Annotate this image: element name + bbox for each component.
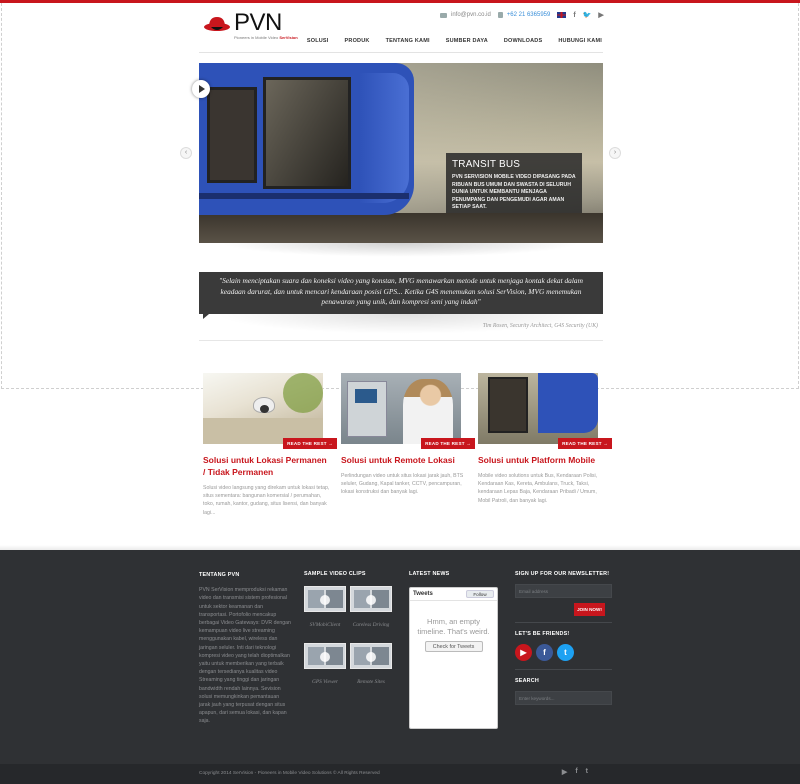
atm-image[interactable] — [341, 373, 461, 444]
solution-title[interactable]: Solusi untuk Platform Mobile — [478, 454, 605, 466]
slide-description: PVN SERVISION MOBILE VIDEO DIPASANG PADA… — [452, 174, 576, 210]
nav-sumber-daya[interactable]: SUMBER DAYA — [438, 38, 496, 44]
tweets-empty-message: Hmm, an empty timeline. That's weird. — [417, 617, 490, 636]
contact-phone[interactable]: +62 21 6365959 — [507, 12, 551, 18]
footer: TENTANG PVN PVN SerVision memproduksi re… — [0, 550, 800, 764]
video-clip-thumb[interactable] — [350, 643, 392, 669]
youtube-icon[interactable]: ▶ — [598, 11, 603, 19]
twitter-icon[interactable]: t — [586, 768, 588, 776]
read-more-button[interactable]: READ THE REST → — [421, 438, 475, 449]
section-divider — [199, 340, 603, 341]
testimonial-author: Tim Rosen, Security Architect, G4S Secur… — [482, 323, 598, 329]
testimonial-quote: "Selain menciptakan suara dan koneksi vi… — [199, 272, 603, 314]
facebook-icon[interactable]: f — [573, 12, 575, 19]
nav-produk[interactable]: PRODUK — [337, 38, 378, 44]
facebook-icon[interactable]: f — [575, 768, 577, 776]
mail-icon — [440, 12, 447, 18]
logo-hat-icon — [204, 17, 230, 31]
footer-search-input[interactable]: Enter keywords... — [515, 691, 612, 705]
video-clip-label[interactable]: SVMobiClient — [304, 621, 346, 629]
nav-downloads[interactable]: DOWNLOADS — [496, 38, 550, 44]
main-nav: SOLUSI PRODUK TENTANG KAMI SUMBER DAYA D… — [299, 38, 602, 44]
copyright-text: Copyright 2014 SerVision - Pioneers in M… — [199, 771, 380, 776]
footer-search-title: SEARCH — [515, 678, 539, 684]
header-divider — [199, 52, 603, 53]
video-clip-label[interactable]: Careless Driving — [350, 621, 392, 629]
footer-signup-title: SIGN UP FOR OUR NEWSLETTER! — [515, 571, 610, 577]
slider-next-button[interactable]: › — [609, 147, 621, 159]
twitter-follow-button[interactable]: Follow — [466, 590, 494, 598]
read-more-button[interactable]: READ THE REST → — [283, 438, 337, 449]
footer-friends-title: LET'S BE FRIENDS! — [515, 631, 570, 637]
contact-email[interactable]: info@pvn.co.id — [451, 12, 491, 18]
youtube-icon[interactable]: ▶ — [562, 768, 567, 776]
video-clip-thumb[interactable] — [304, 643, 346, 669]
read-more-button[interactable]: READ THE REST → — [558, 438, 612, 449]
logo-tagline: Pioneers in Mobile Video SerVision — [234, 35, 298, 40]
nav-tentang-kami[interactable]: TENTANG KAMI — [378, 38, 438, 44]
video-clip-label[interactable]: Remote Sites — [350, 678, 392, 686]
contact-bar: info@pvn.co.id +62 21 6365959 f 🐦 ▶ — [440, 11, 604, 19]
uk-flag-icon[interactable] — [557, 12, 567, 18]
footer-latest-news: LATEST NEWS Tweets Follow Hmm, an empty … — [409, 571, 499, 729]
phone-icon — [497, 12, 503, 18]
logo-text: PVN — [234, 9, 282, 36]
solution-description: Mobile video solutions untuk Bus, Kendar… — [478, 473, 598, 504]
footer-news-title: LATEST NEWS — [409, 571, 450, 577]
facebook-icon[interactable]: f — [536, 644, 553, 661]
footer-about-title: TENTANG PVN — [199, 572, 240, 578]
check-tweets-button[interactable]: Check for Tweets — [424, 641, 483, 652]
road-image — [199, 213, 603, 243]
video-clip-thumb[interactable] — [350, 586, 392, 612]
solution-card-permanent: READ THE REST → Solusi untuk Lokasi Perm… — [203, 373, 337, 517]
video-clip-thumb[interactable] — [304, 586, 346, 612]
security-camera-image[interactable] — [203, 373, 323, 444]
video-clip-label[interactable]: GPS Viewer — [304, 678, 346, 686]
bus-image — [199, 63, 414, 215]
slider-prev-button[interactable]: ‹ — [180, 147, 192, 159]
youtube-icon[interactable]: ▶ — [515, 644, 532, 661]
twitter-timeline-widget: Tweets Follow Hmm, an empty timeline. Th… — [409, 587, 498, 729]
bus-thumbnail-image[interactable] — [478, 373, 598, 444]
join-now-button[interactable]: JOIN NOW! — [574, 603, 605, 616]
nav-hubungi-kami[interactable]: HUBUNGI KAMI — [550, 38, 602, 44]
newsletter-email-input[interactable]: Email address — [515, 584, 612, 598]
twitter-icon[interactable]: 🐦 — [583, 11, 592, 19]
play-icon[interactable] — [192, 80, 210, 98]
footer-clips-title: SAMPLE VIDEO CLIPS — [304, 571, 366, 577]
solution-title[interactable]: Solusi untuk Lokasi Permanen / Tidak Per… — [203, 454, 330, 478]
footer-about-text: PVN SerVision memproduksi rekaman video … — [199, 587, 291, 725]
twitter-icon[interactable]: t — [557, 644, 574, 661]
logo[interactable]: PVN Pioneers in Mobile Video SerVision — [203, 9, 298, 42]
footer-newsletter: SIGN UP FOR OUR NEWSLETTER! Email addres… — [515, 571, 613, 705]
solution-title[interactable]: Solusi untuk Remote Lokasi — [341, 454, 468, 466]
slide-caption: TRANSIT BUS PVN SERVISION MOBILE VIDEO D… — [446, 153, 582, 213]
footer-video-clips: SAMPLE VIDEO CLIPS SVMobiClient Careless… — [304, 571, 396, 685]
solution-description: Perlindungan video untuk situs lokasi ja… — [341, 473, 464, 496]
solution-description: Solusi video langsung yang direkam untuk… — [203, 485, 330, 516]
social-links: ▶ f t — [515, 644, 613, 661]
nav-solusi[interactable]: SOLUSI — [299, 38, 337, 44]
footer-about: TENTANG PVN PVN SerVision memproduksi re… — [199, 571, 291, 726]
solution-card-remote: READ THE REST → Solusi untuk Remote Loka… — [341, 373, 475, 497]
bottom-bar: Copyright 2014 SerVision - Pioneers in M… — [0, 764, 800, 784]
solution-card-mobile: READ THE REST → Solusi untuk Platform Mo… — [478, 373, 612, 505]
bottom-social: ▶ f t — [562, 768, 588, 776]
slide-title: TRANSIT BUS — [452, 159, 521, 170]
